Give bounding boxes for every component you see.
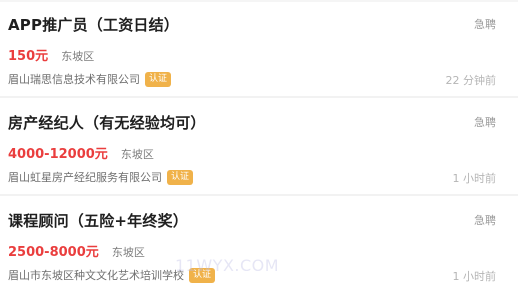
watermark: 11WYX.COM — [175, 256, 280, 275]
salary-row: 2500-8000元 东坡区 — [8, 241, 145, 260]
job-card[interactable]: 课程顾问（五险+年终奖） 急聘 2500-8000元 东坡区 眉山市东坡区种文文… — [0, 196, 518, 292]
posted-time: 1 小时前 — [452, 172, 497, 185]
job-list-page: APP推广员（工资日结） 急聘 150元 东坡区 眉山瑞思信息技术有限公司 认证… — [0, 0, 518, 292]
company-row: 眉山虹星房产经纪服务有限公司 认证 — [8, 169, 194, 185]
urgent-tag: 急聘 — [474, 116, 496, 129]
posted-time: 1 小时前 — [452, 270, 497, 283]
verified-badge: 认证 — [145, 71, 172, 87]
urgent-tag: 急聘 — [474, 18, 496, 31]
job-title: 课程顾问（五险+年终奖） — [8, 212, 188, 230]
job-card[interactable]: 房产经纪人（有无经验均可） 急聘 4000-12000元 东坡区 眉山虹星房产经… — [0, 98, 518, 194]
posted-time: 22 分钟前 — [445, 74, 497, 87]
job-title: 房产经纪人（有无经验均可） — [8, 114, 206, 132]
company-name: 眉山瑞思信息技术有限公司 — [8, 73, 140, 86]
district: 东坡区 — [111, 246, 145, 259]
job-title: APP推广员（工资日结） — [8, 16, 179, 34]
salary: 150元 — [8, 49, 49, 64]
salary-row: 150元 东坡区 — [8, 45, 94, 64]
company-row: 眉山瑞思信息技术有限公司 认证 — [8, 71, 172, 87]
salary: 2500-8000元 — [8, 245, 99, 260]
company-name: 眉山虹星房产经纪服务有限公司 — [8, 171, 162, 184]
urgent-tag: 急聘 — [474, 214, 496, 227]
salary: 4000-12000元 — [8, 147, 108, 162]
company-name: 眉山市东坡区种文文化艺术培训学校 — [8, 269, 184, 282]
salary-row: 4000-12000元 东坡区 — [8, 143, 154, 162]
district: 东坡区 — [61, 50, 95, 63]
verified-badge: 认证 — [167, 169, 194, 185]
job-card[interactable]: APP推广员（工资日结） 急聘 150元 东坡区 眉山瑞思信息技术有限公司 认证… — [0, 0, 518, 96]
district: 东坡区 — [120, 148, 154, 161]
